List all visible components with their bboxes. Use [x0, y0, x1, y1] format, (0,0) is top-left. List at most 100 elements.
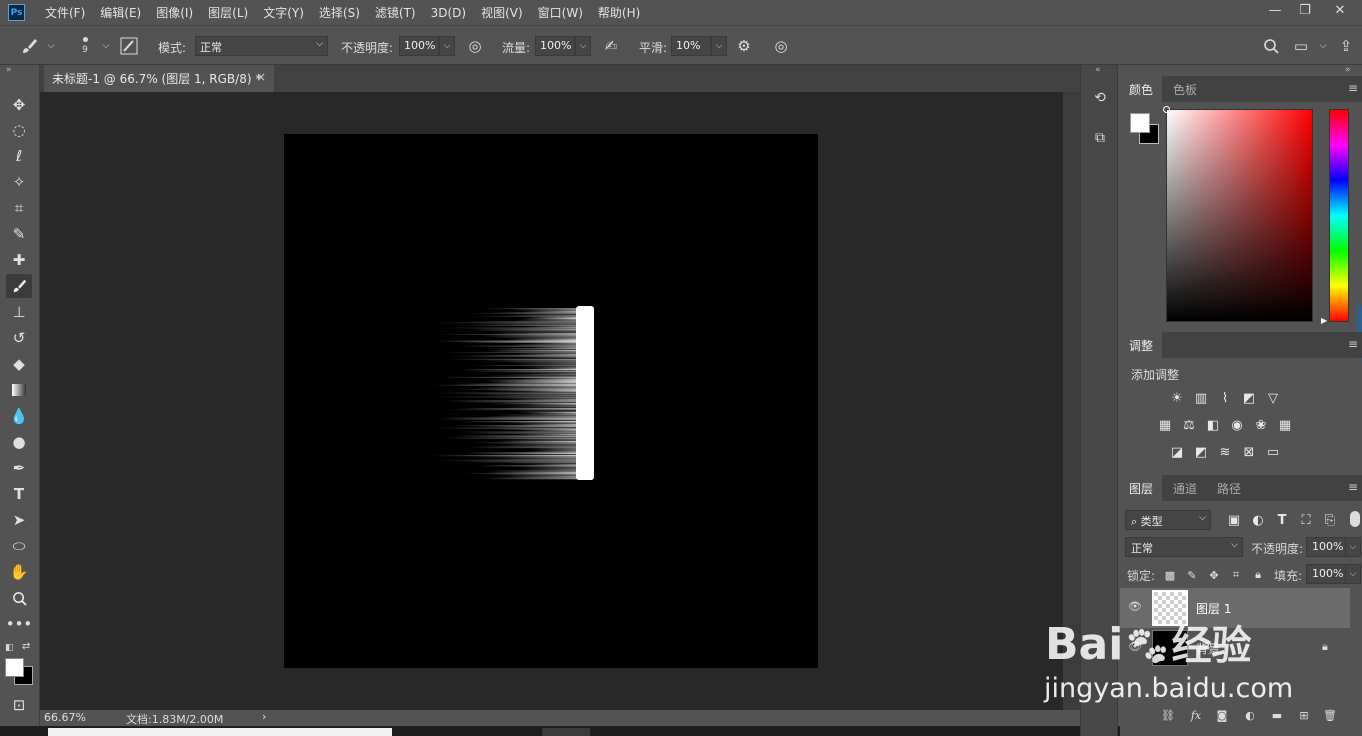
default-colors-icon[interactable]: ◧ — [5, 643, 14, 653]
chevron-down-icon[interactable]: ⌵ — [40, 35, 62, 57]
path-selection-tool-icon[interactable]: ➤ — [6, 508, 32, 532]
crop-tool-icon[interactable]: ⌗ — [6, 196, 32, 220]
airbrush-icon[interactable]: ✍ — [600, 35, 622, 57]
tab-channels[interactable]: 通道 — [1164, 475, 1206, 501]
layer-style-icon[interactable]: fx — [1188, 708, 1204, 722]
document-canvas[interactable] — [284, 134, 818, 668]
lock-image-icon[interactable]: ✎ — [1185, 568, 1199, 582]
menu-3d[interactable]: 3D(D) — [431, 6, 466, 20]
move-tool-icon[interactable]: ✥ — [6, 93, 32, 117]
history-panel-icon[interactable]: ⟲ — [1089, 87, 1111, 109]
delete-layer-icon[interactable]: 🗑︎ — [1322, 708, 1338, 722]
blend-mode-select[interactable]: 正常 ⌵ — [1125, 537, 1243, 557]
collapse-icon[interactable]: « — [1095, 65, 1101, 75]
brush-tool-preset-icon[interactable] — [18, 35, 40, 57]
menu-file[interactable]: 文件(F) — [45, 4, 85, 21]
status-menu-arrow[interactable]: › — [262, 710, 266, 723]
levels-icon[interactable]: ▥ — [1192, 390, 1210, 406]
brightness-contrast-icon[interactable]: ☀ — [1168, 390, 1186, 406]
menu-help[interactable]: 帮助(H) — [598, 4, 640, 21]
hand-tool-icon[interactable]: ✋ — [6, 560, 32, 584]
layer-opacity-input[interactable]: 100% — [1306, 537, 1346, 557]
brush-tool-icon[interactable] — [6, 274, 32, 298]
hue-slider[interactable] — [1329, 109, 1349, 322]
pen-tool-icon[interactable]: ✒ — [6, 456, 32, 480]
color-lookup-icon[interactable]: ▦ — [1276, 417, 1294, 433]
eraser-tool-icon[interactable]: ◆ — [6, 352, 32, 376]
new-layer-icon[interactable]: ⊞ — [1296, 708, 1312, 722]
quick-mask-icon[interactable]: ⊡ — [6, 693, 32, 717]
menu-edit[interactable]: 编辑(E) — [100, 4, 141, 21]
restore-button[interactable]: ❐ — [1290, 0, 1320, 20]
healing-brush-tool-icon[interactable]: ✚ — [6, 248, 32, 272]
smoothing-input[interactable]: 10% — [671, 36, 711, 56]
chevron-down-icon[interactable]: ⌵ — [1345, 537, 1361, 557]
hue-slider-handle-icon[interactable]: ▶ — [1321, 316, 1327, 325]
filter-pixel-icon[interactable]: ▣ — [1225, 512, 1243, 528]
marquee-tool-icon[interactable]: ◌ — [6, 118, 32, 142]
color-field[interactable] — [1166, 109, 1313, 322]
menu-window[interactable]: 窗口(W) — [538, 4, 583, 21]
workspace-icon[interactable]: ▭ — [1290, 35, 1312, 57]
search-icon[interactable] — [1260, 35, 1282, 57]
panel-menu-icon[interactable]: ≡ — [1348, 81, 1358, 95]
pressure-size-icon[interactable]: ◎ — [770, 35, 792, 57]
flow-input[interactable]: 100% — [535, 36, 575, 56]
posterize-icon[interactable]: ◩ — [1192, 444, 1210, 460]
menu-layer[interactable]: 图层(L) — [208, 4, 248, 21]
clone-stamp-tool-icon[interactable]: ⊥ — [6, 300, 32, 324]
tab-swatches[interactable]: 色板 — [1164, 76, 1206, 102]
more-tools-icon[interactable]: ••• — [6, 612, 33, 636]
new-adjustment-layer-icon[interactable]: ◐ — [1242, 708, 1258, 722]
new-group-icon[interactable]: ▬ — [1269, 708, 1285, 722]
blur-tool-icon[interactable]: 💧 — [6, 404, 32, 428]
fill-input[interactable]: 100% — [1306, 564, 1346, 584]
lock-all-icon[interactable]: 🔒︎ — [1251, 568, 1265, 582]
menu-image[interactable]: 图像(I) — [156, 4, 193, 21]
zoom-level[interactable]: 66.67% — [44, 711, 86, 724]
photo-filter-icon[interactable]: ◉ — [1228, 417, 1246, 433]
add-mask-icon[interactable]: ◙ — [1214, 708, 1230, 722]
tab-color[interactable]: 颜色 — [1120, 76, 1163, 102]
opacity-input[interactable]: 100% — [399, 36, 439, 56]
channel-mixer-icon[interactable]: ❀ — [1252, 417, 1270, 433]
zoom-tool-icon[interactable] — [6, 586, 32, 610]
chevron-down-icon[interactable]: ⌵ — [1345, 564, 1361, 584]
tab-adjustments[interactable]: 调整 — [1120, 332, 1163, 358]
tab-layers[interactable]: 图层 — [1120, 475, 1163, 501]
threshold-icon[interactable]: ≋ — [1216, 444, 1234, 460]
gradient-tool-icon[interactable] — [6, 378, 32, 402]
photoshop-logo[interactable]: Ps — [8, 4, 25, 21]
tab-paths[interactable]: 路径 — [1208, 475, 1250, 501]
color-picker-marker[interactable] — [1163, 106, 1170, 113]
link-layers-icon[interactable]: ⛓ — [1160, 708, 1176, 722]
invert-icon[interactable]: ◪ — [1168, 444, 1186, 460]
menu-type[interactable]: 文字(Y) — [263, 4, 304, 21]
brush-size-picker[interactable]: 9 — [75, 33, 95, 61]
lock-artboard-icon[interactable]: ⌗ — [1229, 568, 1243, 582]
type-tool-icon[interactable]: T — [6, 482, 32, 506]
properties-panel-icon[interactable]: ⧉ — [1089, 127, 1111, 149]
menu-view[interactable]: 视图(V) — [481, 4, 523, 21]
filter-adjustment-icon[interactable]: ◐ — [1249, 512, 1267, 528]
filter-toggle[interactable] — [1350, 511, 1360, 527]
history-brush-tool-icon[interactable]: ↺ — [6, 326, 32, 350]
lock-transparent-icon[interactable]: ▩ — [1163, 568, 1177, 582]
chevron-down-icon[interactable]: ⌵ — [95, 35, 117, 57]
chevron-down-icon[interactable]: ⌵ — [711, 36, 727, 56]
black-white-icon[interactable]: ◧ — [1204, 417, 1222, 433]
mode-select[interactable]: 正常 ⌵ — [195, 36, 328, 56]
selective-color-icon[interactable]: ⊠ — [1240, 444, 1258, 460]
close-tab-icon[interactable]: × — [256, 70, 266, 84]
ellipse-tool-icon[interactable]: ⬭ — [6, 534, 32, 558]
close-window-button[interactable]: ✕ — [1325, 0, 1355, 20]
vibrance-icon[interactable]: ▽ — [1264, 390, 1282, 406]
visibility-eye-icon[interactable]: 👁︎ — [1128, 600, 1142, 613]
chevron-down-icon[interactable]: ⌵ — [439, 36, 455, 56]
swap-colors-icon[interactable]: ⇄ — [22, 641, 30, 652]
brush-settings-icon[interactable] — [118, 35, 140, 57]
exposure-icon[interactable]: ◩ — [1240, 390, 1258, 406]
chevron-down-icon[interactable]: ⌵ — [575, 36, 591, 56]
lock-position-icon[interactable]: ✥ — [1207, 568, 1221, 582]
filter-smart-object-icon[interactable]: ⎘ — [1321, 512, 1339, 528]
